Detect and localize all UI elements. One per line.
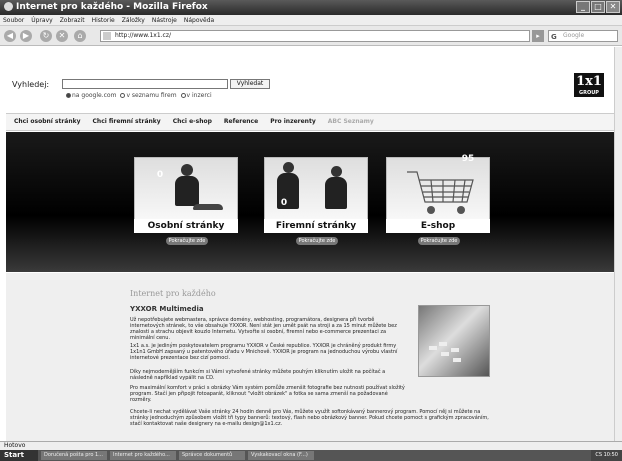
taskbar-item-popups[interactable]: Vyskakovací okna (F...) [248, 451, 314, 460]
card-osobni-button[interactable]: Pokračujte zde [166, 237, 208, 245]
card-eshop-badge: 95 [456, 147, 480, 171]
back-icon[interactable]: ◀ [4, 30, 16, 42]
google-icon: G [551, 33, 557, 41]
title-bar: Internet pro každého - Mozilla Firefox _… [0, 0, 622, 15]
logo-subtext: GROUP [579, 90, 599, 96]
menu-soubor[interactable]: Soubor [3, 15, 24, 25]
calculator-key [429, 346, 437, 350]
firefox-icon [4, 2, 13, 11]
close-button[interactable]: ✕ [606, 1, 620, 13]
card-firemni-label: Firemní stránky [264, 219, 368, 233]
calculator-image [418, 305, 490, 377]
radio-ads[interactable]: v inzerci [180, 92, 212, 99]
card-osobni[interactable]: 0 Osobní stránky Pokračujte zde [134, 157, 238, 249]
search-area: Vyhledej: Vyhledat na google.com v sezna… [6, 47, 616, 113]
menu-zobrazit[interactable]: Zobrazit [60, 15, 85, 25]
radio-ads-label: v inzerci [186, 92, 212, 99]
navigation-toolbar: ◀ ▶ ↻ ✕ ⌂ http://www.1x1.cz/ ▸ G Google [0, 26, 622, 46]
content-title: Internet pro každého [130, 289, 216, 298]
card-firemni-button[interactable]: Pokračujte zde [296, 237, 338, 245]
content-paragraph-1: Už nepotřebujete webmastera, správce dom… [130, 317, 397, 341]
tab-firemni[interactable]: Chci firemní stránky [93, 114, 161, 130]
logo-text: 1x1 [576, 74, 602, 89]
card-eshop-button[interactable]: Pokračujte zde [418, 237, 460, 245]
window-title: Internet pro každého - Mozilla Firefox [16, 2, 208, 12]
card-eshop-badge-text: 95 [461, 154, 475, 164]
calculator-key [439, 342, 447, 346]
card-osobni-badge-text: 0 [156, 170, 164, 180]
content-heading: YXXOR Multimedia [130, 305, 204, 313]
chair-shape [193, 204, 223, 210]
card-eshop-label: E-shop [386, 219, 490, 233]
site-logo[interactable]: 1x1 GROUP [574, 73, 604, 97]
menu-zalozky[interactable]: Záložky [122, 15, 145, 25]
card-firemni[interactable]: 0 Firemní stránky Pokračujte zde [264, 157, 368, 249]
reload-icon[interactable]: ↻ [40, 30, 52, 42]
status-bar: Hotovo [0, 441, 622, 450]
hero-banner: 0 Osobní stránky Pokračujte zde 0 Firemn… [6, 132, 616, 272]
person2-head [331, 166, 342, 177]
search-label: Vyhledej: [12, 80, 50, 89]
search-input[interactable] [62, 79, 228, 89]
content-area: Internet pro každého YXXOR Multimedia Už… [6, 273, 616, 441]
calculator-key [451, 348, 459, 352]
system-tray: CS 10:50 [591, 450, 622, 461]
web-page: Vyhledej: Vyhledat na google.com v sezna… [6, 47, 616, 441]
card-eshop[interactable]: 95 E-shop Pokračujte zde [386, 147, 490, 249]
taskbar-item-documents[interactable]: Správce dokumentů [179, 451, 245, 460]
radio-ads-dot[interactable] [180, 93, 186, 98]
status-text: Hotovo [4, 442, 26, 449]
radio-google-dot[interactable] [66, 93, 71, 98]
tab-abc[interactable]: ABC Seznamy [328, 114, 374, 130]
radio-firms-dot[interactable] [120, 93, 126, 98]
tab-osobni[interactable]: Chci osobní stránky [14, 114, 81, 130]
search-button[interactable]: Vyhledat [230, 79, 270, 89]
tab-reference[interactable]: Reference [224, 114, 258, 130]
forward-icon[interactable]: ▶ [20, 30, 32, 42]
taskbar-item-firefox[interactable]: Internet pro každého... [110, 451, 176, 460]
content-paragraph-3: Díky nejmodernějším funkcím si Vámi vytv… [130, 369, 386, 381]
radio-firms[interactable]: v seznamu firem [120, 92, 177, 99]
favicon-icon [103, 32, 111, 40]
menu-napoveda[interactable]: Nápověda [184, 15, 214, 25]
menu-nastroje[interactable]: Nástroje [152, 15, 177, 25]
start-button[interactable]: Start [0, 450, 38, 461]
stop-icon[interactable]: ✕ [56, 30, 68, 42]
url-text: http://www.1x1.cz/ [115, 32, 172, 39]
menu-bar: Soubor Úpravy Zobrazit Historie Záložky … [0, 15, 622, 26]
person-body [175, 176, 199, 206]
card-osobni-label: Osobní stránky [134, 219, 238, 233]
taskbar: Start Doručená pošta pro 1... Internet p… [0, 450, 622, 461]
browser-search-placeholder: Google [563, 32, 585, 39]
content-paragraph-5: Chcete-li nechat vydělávat Vaše stránky … [130, 409, 489, 427]
browser-search-input[interactable]: G Google [548, 30, 618, 42]
taskbar-item-mail[interactable]: Doručená pošta pro 1... [41, 451, 107, 460]
tab-eshop[interactable]: Chci e-shop [173, 114, 212, 130]
home-icon[interactable]: ⌂ [74, 30, 86, 42]
tab-inzerenti[interactable]: Pro inzerenty [270, 114, 316, 130]
card-firemni-badge-text: 0 [280, 198, 288, 208]
person1-head [283, 162, 294, 173]
person2-body [325, 177, 347, 209]
calculator-key [453, 358, 461, 362]
minimize-button[interactable]: _ [576, 1, 590, 13]
radio-firms-label: v seznamu firem [126, 92, 177, 99]
menu-upravy[interactable]: Úpravy [31, 15, 52, 25]
card-firemni-badge: 0 [272, 191, 296, 215]
calculator-key [441, 352, 449, 356]
radio-google[interactable]: na google.com [66, 92, 116, 99]
radio-google-label: na google.com [72, 92, 117, 99]
page-scrollbar[interactable] [614, 47, 622, 441]
menu-historie[interactable]: Historie [92, 15, 115, 25]
maximize-button[interactable]: □ [591, 1, 605, 13]
url-bar[interactable]: http://www.1x1.cz/ [100, 30, 530, 42]
card-osobni-badge: 0 [148, 163, 172, 187]
person-head [181, 164, 193, 176]
search-options: na google.com v seznamu firem v inzerci [66, 92, 212, 99]
content-paragraph-4: Pro maximální komfort v práci s obrázky … [130, 385, 405, 403]
go-button[interactable]: ▸ [532, 30, 544, 42]
content-paragraph-2: 1x1 a.s. je jediným poskytovatelem progr… [130, 343, 398, 361]
main-nav: Chci osobní stránky Chci firemní stránky… [6, 113, 616, 131]
